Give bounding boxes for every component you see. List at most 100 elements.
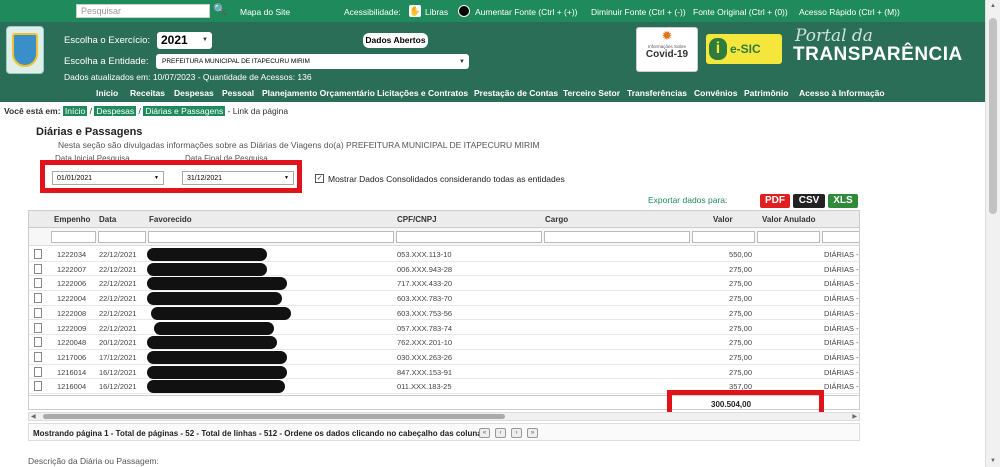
filter-tipo[interactable] <box>822 231 859 243</box>
table-row[interactable]: 1216014 16/12/2021 847.XXX.153-91 275,00 DIÁ… <box>29 365 859 380</box>
redaction-mark <box>154 321 274 335</box>
col-cargo[interactable]: Cargo <box>545 215 568 224</box>
libras-link[interactable]: Libras <box>425 7 448 17</box>
portal-subtitle: Portal da <box>795 26 873 46</box>
cell-data: 22/12/2021 <box>99 279 137 289</box>
cell-empenho: 1220048 <box>57 338 87 348</box>
col-cpf[interactable]: CPF/CNPJ <box>397 215 437 224</box>
table-row[interactable]: 1222034 22/12/2021 053.XXX.113-10 550,00 DIÁ… <box>29 247 859 262</box>
scroll-down-icon[interactable]: ▼ <box>990 458 996 464</box>
table-row[interactable]: 1222008 22/12/2021 603.XXX.753-56 275,00 DIÁ… <box>29 306 859 321</box>
entity-select[interactable]: PREFEITURA MUNICIPAL DE ITAPECURU MIRIM ▼ <box>156 54 469 69</box>
vertical-scrollbar[interactable]: ▲ ▼ <box>985 0 1000 467</box>
search-input[interactable]: Pesquisar <box>76 4 210 18</box>
nav-prestacao[interactable]: Prestação de Contas <box>474 88 563 98</box>
document-icon[interactable] <box>34 351 42 362</box>
cell-tipo: DIÁRIAS - <box>824 352 859 362</box>
filter-empenho[interactable] <box>51 231 96 243</box>
quick-access-link[interactable]: Acesso Rápido (Ctrl + (M)) <box>799 7 900 17</box>
table-row[interactable]: 1222009 22/12/2021 057.XXX.783-74 275,00 DIÁ… <box>29 321 859 336</box>
col-empenho[interactable]: Empenho <box>54 215 90 224</box>
site-map-link[interactable]: Mapa do Site <box>240 7 290 17</box>
decrease-font-link[interactable]: Diminuir Fonte (Ctrl + (-)) <box>591 7 686 17</box>
redaction-mark <box>147 248 267 261</box>
consolidated-checkbox[interactable]: ✓ <box>315 174 324 183</box>
document-icon[interactable] <box>34 278 42 289</box>
breadcrumb-despesas[interactable]: Despesas <box>94 106 137 116</box>
col-favorecido[interactable]: Favorecido <box>149 215 192 224</box>
nav-transferencias[interactable]: Transferências <box>627 88 694 98</box>
filter-valor-anulado[interactable] <box>757 231 820 243</box>
col-valor-anulado[interactable]: Valor Anulado <box>762 215 816 224</box>
cell-data: 22/12/2021 <box>99 250 137 259</box>
document-icon[interactable] <box>34 307 42 318</box>
update-info: Dados atualizados em: 10/07/2023 - Quant… <box>64 72 312 82</box>
document-icon[interactable] <box>34 322 42 333</box>
prev-page-button[interactable]: ‹ <box>495 428 506 438</box>
scrollbar-thumb[interactable] <box>43 414 505 419</box>
nav-planejamento[interactable]: Planejamento Orçamentário <box>262 88 377 98</box>
scrollbar-thumb[interactable] <box>989 18 997 214</box>
document-icon[interactable] <box>34 381 42 392</box>
table-row[interactable]: 1222004 22/12/2021 603.XXX.783-70 275,00 DIÁ… <box>29 291 859 306</box>
nav-convenios[interactable]: Convênios <box>694 88 744 98</box>
date-highlight-box <box>40 160 302 193</box>
document-icon[interactable] <box>34 249 42 259</box>
nav-despesas[interactable]: Despesas <box>174 88 222 98</box>
table-row[interactable]: 1222006 22/12/2021 717.XXX.433-20 275,00 DIÁ… <box>29 276 859 292</box>
nav-terceiro-setor[interactable]: Terceiro Setor <box>563 88 627 98</box>
search-icon[interactable]: 🔍 <box>213 3 227 17</box>
increase-font-link[interactable]: Aumentar Fonte (Ctrl + (+)) <box>475 7 578 17</box>
nav-acesso-informacao[interactable]: Acesso à Informação <box>799 88 885 98</box>
document-icon[interactable] <box>34 337 42 348</box>
virus-icon: ✹ <box>661 28 673 43</box>
cell-valor: 275,00 <box>729 367 752 377</box>
esic-banner[interactable]: i e-SIC <box>706 34 782 64</box>
first-page-button[interactable]: « <box>479 428 490 438</box>
cell-tipo: DIÁRIAS - <box>824 250 859 259</box>
breadcrumb-inicio[interactable]: Início <box>62 106 88 116</box>
filter-favorecido[interactable] <box>148 231 394 243</box>
table-row[interactable]: 1217006 17/12/2021 030.XXX.263-26 275,00 DIÁ… <box>29 350 859 365</box>
document-icon[interactable] <box>34 263 42 274</box>
table-row[interactable]: 1222007 22/12/2021 006.XXX.943-28 275,00 DIÁ… <box>29 262 859 277</box>
filter-valor[interactable] <box>692 231 755 243</box>
cell-cpf: 603.XXX.753-56 <box>397 308 453 318</box>
nav-patrimonio[interactable]: Patrimônio <box>744 88 799 98</box>
original-font-link[interactable]: Fonte Original (Ctrl + (0)) <box>693 7 788 17</box>
document-icon[interactable] <box>34 366 42 377</box>
municipality-logo <box>6 26 44 74</box>
nav-licitacoes[interactable]: Licitações e Contratos <box>377 88 474 98</box>
open-data-button[interactable]: Dados Abertos <box>363 33 428 48</box>
export-xls-button[interactable]: XLS <box>828 194 858 208</box>
exercise-select[interactable]: 2021 ▼ <box>157 32 212 49</box>
diarias-table: Empenho Data Favorecido CPF/CNPJ Cargo V… <box>28 210 860 410</box>
export-csv-button[interactable]: CSV <box>793 194 825 208</box>
horizontal-scrollbar[interactable]: ◀ ▶ <box>28 412 860 421</box>
pager: Mostrando página 1 - Total de páginas - … <box>28 423 860 441</box>
col-data[interactable]: Data <box>99 215 116 224</box>
filter-data[interactable] <box>98 231 146 243</box>
filter-cpf[interactable] <box>396 231 542 243</box>
libras-icon[interactable]: ✋ <box>409 5 421 17</box>
table-row[interactable]: 1220048 20/12/2021 762.XXX.201-10 275,00 DIÁ… <box>29 335 859 350</box>
entity-label: Escolha a Entidade: <box>64 56 149 67</box>
next-page-button[interactable]: › <box>511 428 522 438</box>
scroll-up-icon[interactable]: ▲ <box>990 3 996 9</box>
breadcrumb-diarias[interactable]: Diárias e Passagens <box>143 106 226 116</box>
cell-valor: 275,00 <box>729 264 752 274</box>
nav-inicio[interactable]: Início <box>96 88 130 98</box>
scroll-left-icon[interactable]: ◀ <box>31 413 36 420</box>
scroll-right-icon[interactable]: ▶ <box>852 413 857 420</box>
filter-cargo[interactable] <box>544 231 690 243</box>
export-pdf-button[interactable]: PDF <box>760 194 790 208</box>
document-icon[interactable] <box>34 293 42 304</box>
last-page-button[interactable]: » <box>527 428 538 438</box>
nav-receitas[interactable]: Receitas <box>130 88 174 98</box>
nav-pessoal[interactable]: Pessoal <box>222 88 262 98</box>
redaction-mark <box>147 292 282 306</box>
cell-tipo: DIÁRIAS - <box>824 308 859 318</box>
covid-banner[interactable]: ✹ Informações Sobre Covid-19 <box>636 27 698 72</box>
contrast-icon[interactable] <box>458 5 470 17</box>
col-valor[interactable]: Valor <box>713 215 733 224</box>
